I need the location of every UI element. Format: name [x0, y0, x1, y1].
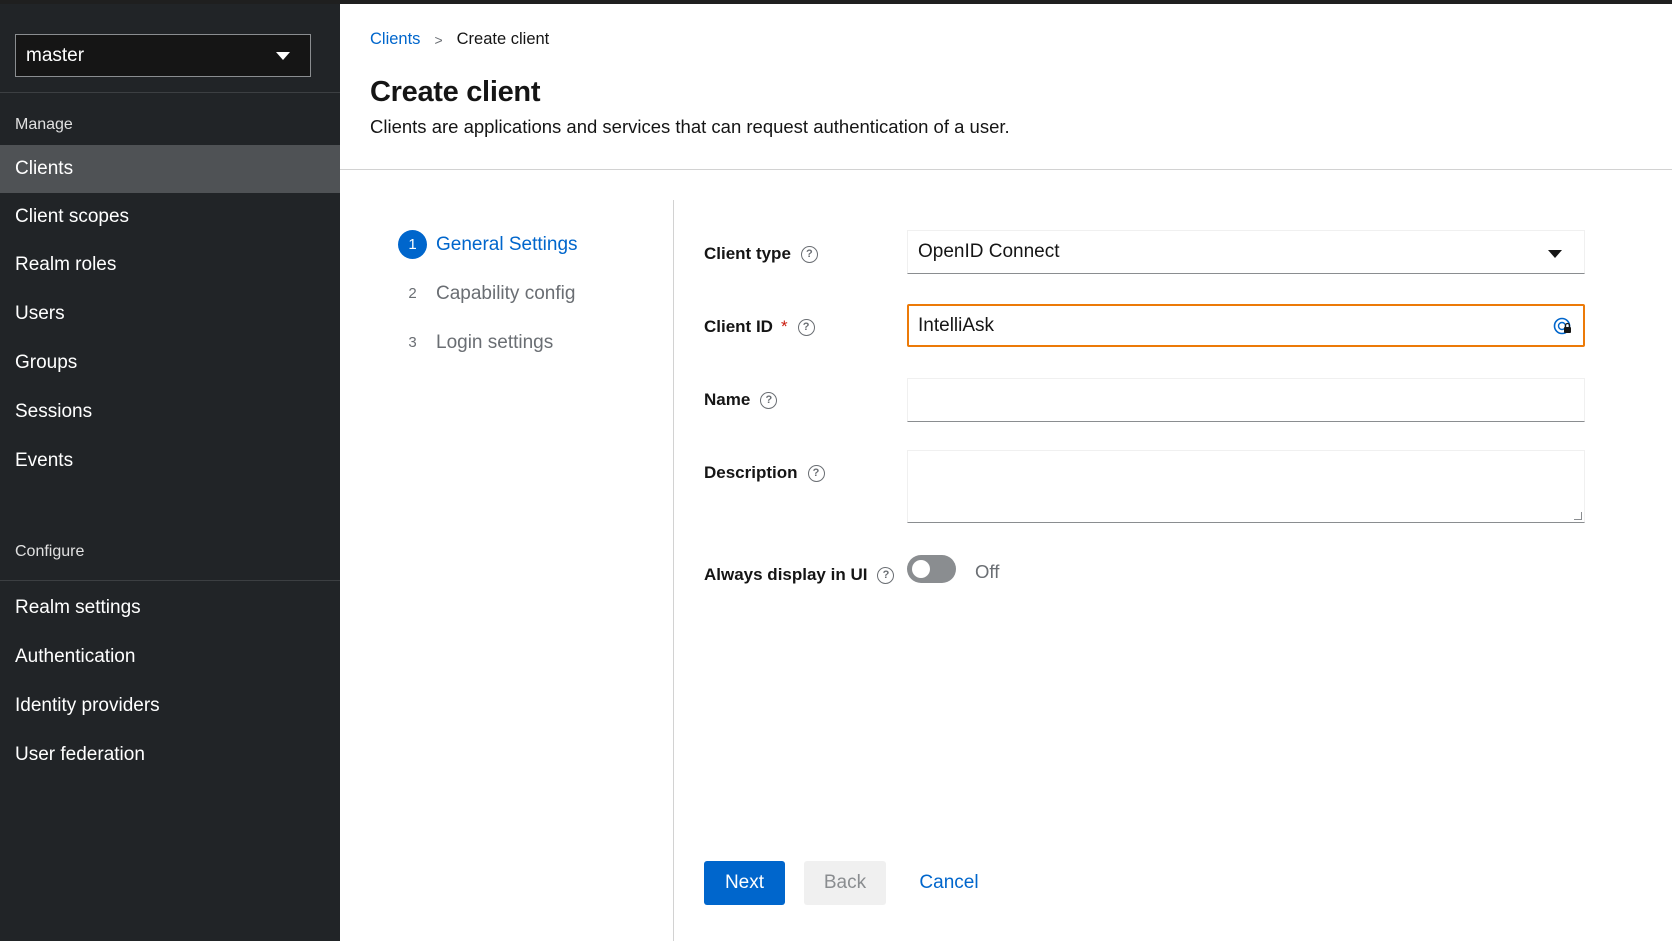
client-type-label-text: Client type [704, 244, 791, 263]
client-id-value: IntelliAsk [918, 314, 995, 336]
client-type-value: OpenID Connect [918, 241, 1060, 262]
password-manager-icon[interactable] [1553, 316, 1573, 336]
sidebar-item-identity-providers[interactable]: Identity providers [0, 682, 340, 730]
section-title-configure: Configure [15, 543, 85, 560]
next-button[interactable]: Next [704, 861, 785, 905]
sidebar-item-users[interactable]: Users [0, 290, 340, 338]
caret-down-icon [1548, 250, 1562, 258]
toggle-knob [912, 560, 930, 578]
sidebar-item-user-federation[interactable]: User federation [0, 731, 340, 779]
description-label-text: Description [704, 463, 798, 482]
sidebar-item-authentication[interactable]: Authentication [0, 633, 340, 681]
client-type-label: Client type ? [704, 244, 818, 264]
breadcrumb-current: Create client [456, 30, 550, 48]
step-number: 3 [408, 334, 417, 351]
sidebar-item-realm-roles[interactable]: Realm roles [0, 241, 340, 289]
resize-handle-icon[interactable] [1574, 512, 1582, 520]
client-id-label-text: Client ID [704, 317, 773, 336]
sidebar-item-clients[interactable]: Clients [0, 145, 340, 193]
sidebar-item-sessions[interactable]: Sessions [0, 388, 340, 436]
caret-down-icon [276, 52, 290, 60]
wizard-step-login-settings[interactable]: 3 Login settings [398, 328, 553, 357]
sidebar-item-client-scopes[interactable]: Client scopes [0, 193, 340, 241]
page-description: Clients are applications and services th… [370, 116, 1010, 137]
name-input[interactable] [907, 378, 1585, 422]
always-display-toggle[interactable] [907, 555, 956, 583]
breadcrumb: Clients > Create client [370, 30, 549, 49]
name-label: Name ? [704, 390, 778, 410]
always-display-label-text: Always display in UI [704, 565, 868, 584]
help-icon[interactable]: ? [760, 391, 778, 409]
breadcrumb-link-clients[interactable]: Clients [370, 30, 420, 49]
description-textarea[interactable] [907, 450, 1585, 523]
step-label: Capability config [436, 282, 576, 304]
always-display-state: Off [975, 561, 1000, 582]
name-label-text: Name [704, 390, 751, 409]
help-icon[interactable]: ? [800, 245, 818, 263]
step-label: Login settings [436, 331, 554, 353]
help-icon[interactable]: ? [807, 464, 825, 482]
help-icon[interactable]: ? [797, 318, 815, 336]
sidebar: master Manage Clients Client scopes Real… [0, 4, 340, 941]
cancel-button[interactable]: Cancel [911, 861, 987, 905]
realm-selector[interactable]: master [15, 34, 311, 77]
page-title: Create client [370, 76, 541, 108]
chevron-right-icon: > [434, 31, 443, 48]
always-display-label: Always display in UI ? [704, 565, 895, 585]
main-content: Clients > Create client Create client Cl… [340, 4, 1672, 941]
step-number: 2 [408, 285, 417, 302]
client-id-label: Client ID * ? [704, 317, 815, 337]
client-type-select[interactable]: OpenID Connect [907, 230, 1585, 274]
sidebar-item-realm-settings[interactable]: Realm settings [0, 584, 340, 632]
wizard-step-capability-config[interactable]: 2 Capability config [398, 279, 575, 308]
help-icon[interactable]: ? [877, 566, 895, 584]
sidebar-divider [0, 92, 340, 93]
wizard-divider [673, 200, 674, 941]
back-button[interactable]: Back [804, 861, 886, 905]
sidebar-item-events[interactable]: Events [0, 437, 340, 485]
section-title-manage: Manage [15, 116, 73, 133]
step-number: 1 [398, 230, 427, 259]
sidebar-divider [0, 580, 340, 581]
header-divider [340, 169, 1672, 170]
description-label: Description ? [704, 463, 825, 483]
wizard-step-general-settings[interactable]: 1 General Settings [398, 230, 578, 259]
realm-selector-label: master [26, 44, 85, 66]
step-label: General Settings [436, 233, 578, 255]
required-indicator: * [780, 317, 788, 336]
client-id-input[interactable]: IntelliAsk [907, 304, 1585, 347]
sidebar-item-groups[interactable]: Groups [0, 339, 340, 387]
